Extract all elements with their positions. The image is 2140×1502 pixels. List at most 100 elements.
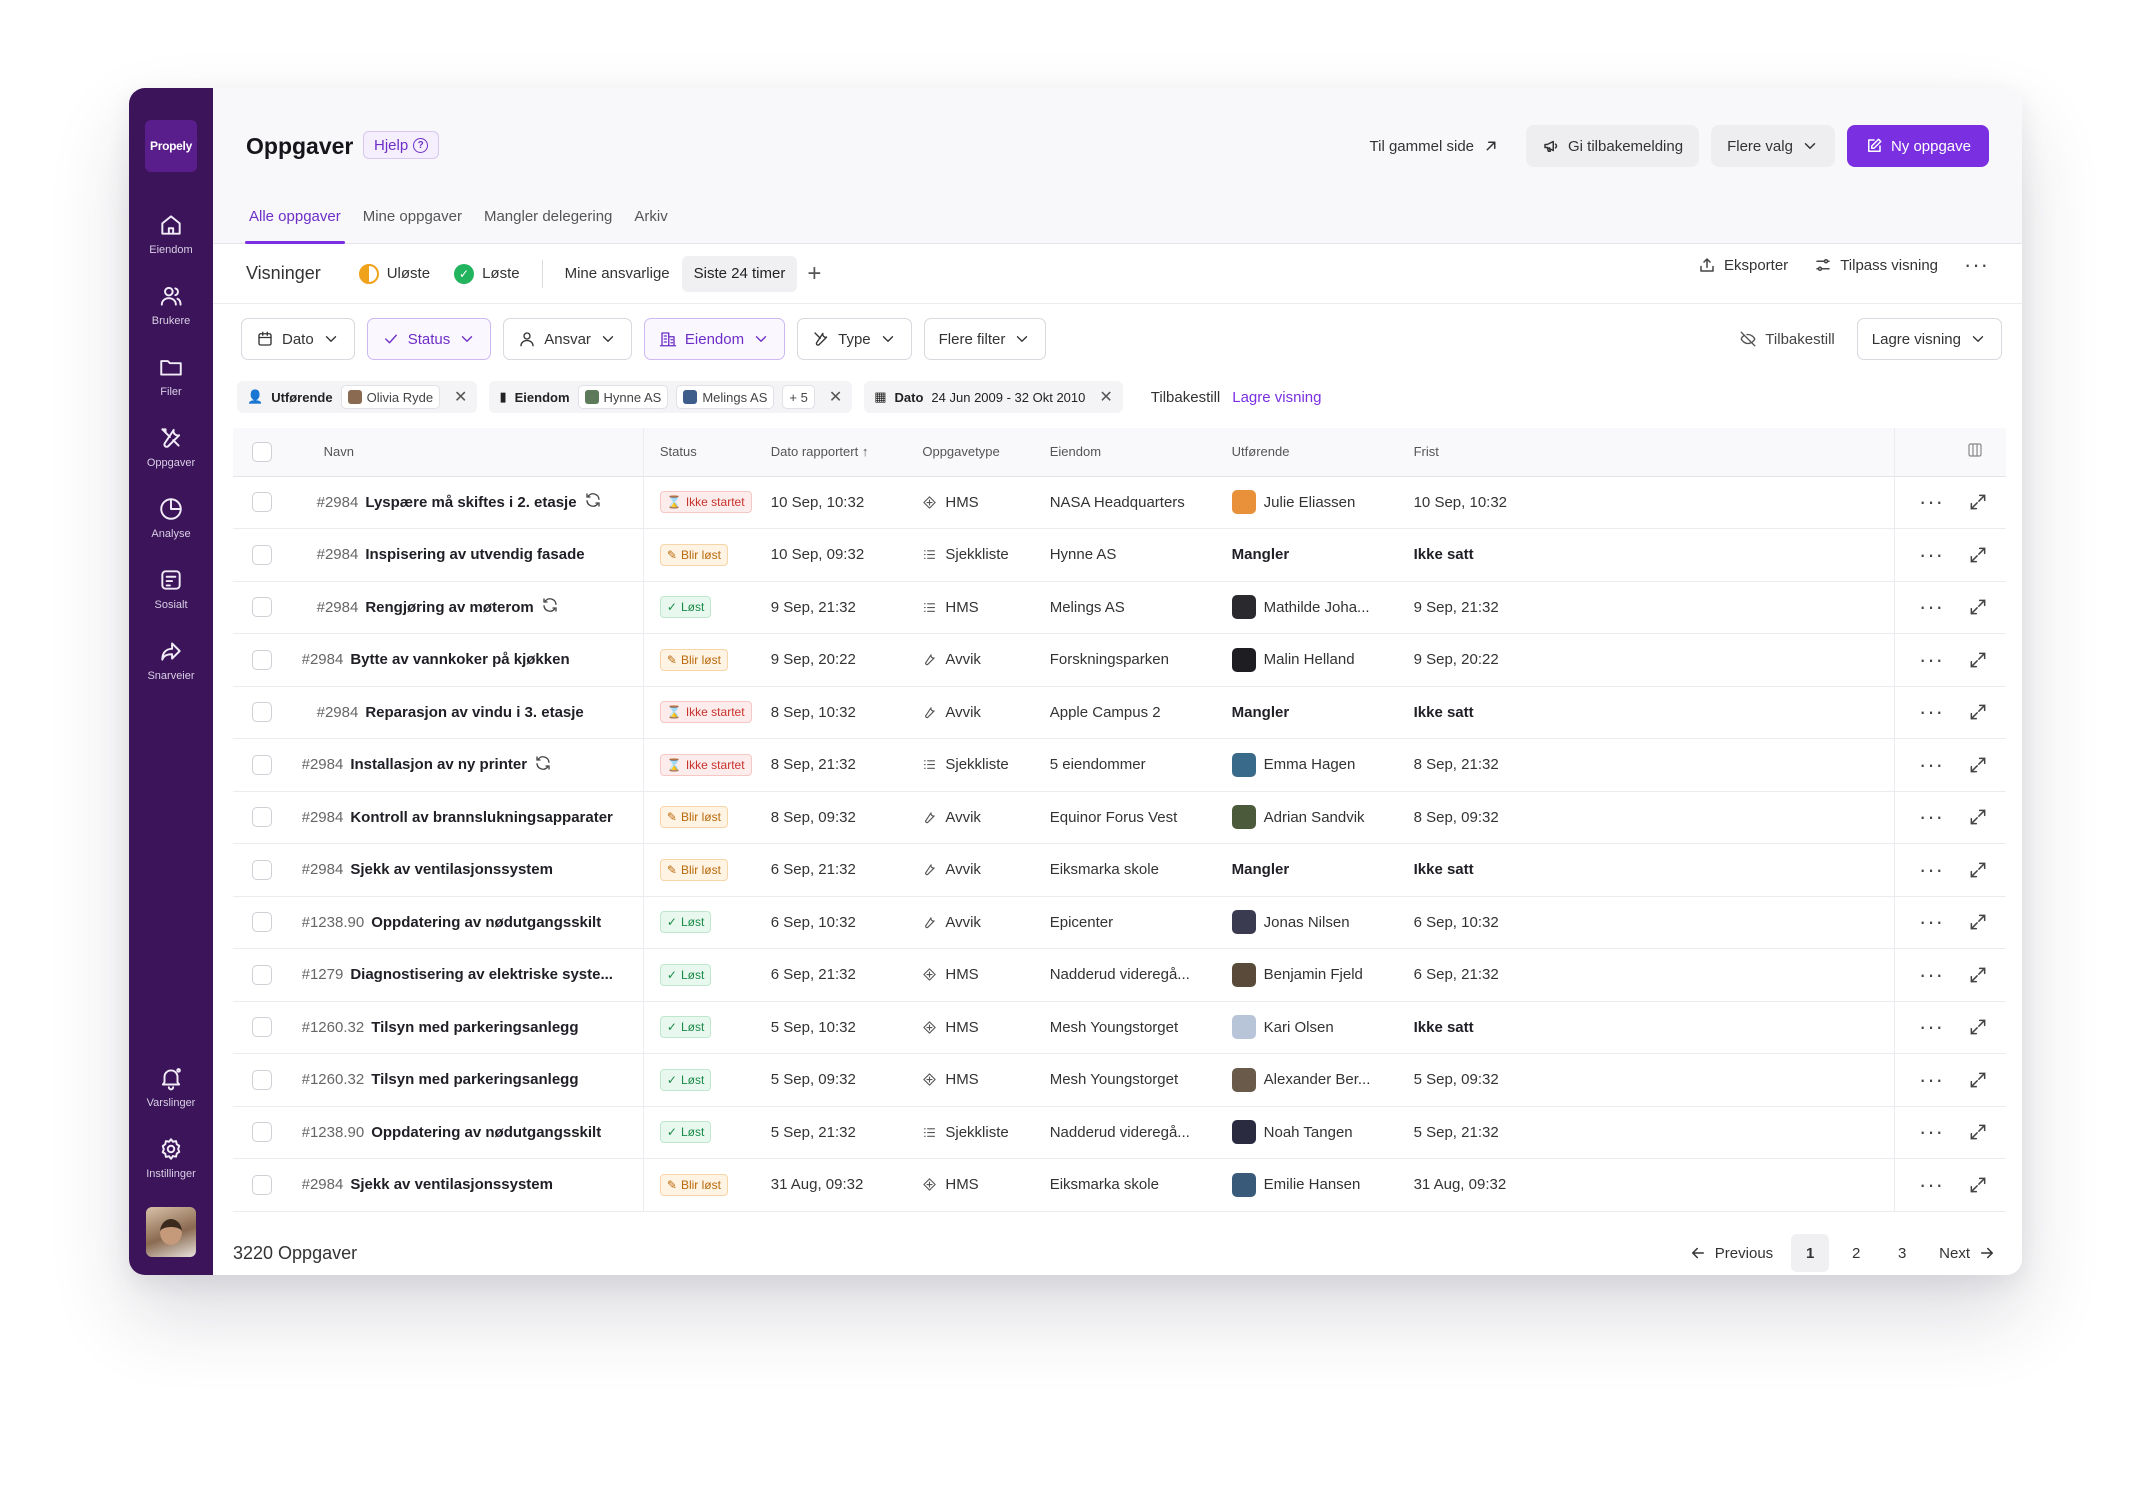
old-page-button[interactable]: Til gammel side xyxy=(1356,125,1514,167)
expand-icon[interactable] xyxy=(1968,650,1988,670)
expand-icon[interactable] xyxy=(1968,1122,1988,1142)
row-select[interactable] xyxy=(233,1106,292,1159)
task-name-cell[interactable]: #2984 Inspisering av utvendig fasade xyxy=(291,528,644,582)
table-row[interactable]: #2984 Inspisering av utvendig fasade ✎ Blir… xyxy=(233,528,2006,582)
reset-active-filters-link[interactable]: Tilbakestill xyxy=(1151,389,1220,406)
header-select-all[interactable] xyxy=(233,428,292,477)
filter-responsibility[interactable]: Ansvar xyxy=(503,318,632,360)
expand-icon[interactable] xyxy=(1968,492,1988,512)
table-row[interactable]: #2984 Bytte av vannkoker på kjøkken ✎ Blir … xyxy=(233,633,2006,687)
customize-view-button[interactable]: Tilpass visning xyxy=(1814,256,1938,274)
checkbox[interactable] xyxy=(252,964,273,985)
checkbox[interactable] xyxy=(252,441,273,462)
expand-icon[interactable] xyxy=(1968,860,1988,880)
table-row[interactable]: #2984 Sjekk av ventilasjonssystem ✎ Blir lø… xyxy=(233,1158,2006,1212)
task-name-cell[interactable]: #1260.32 Tilsyn med parkeringsanlegg xyxy=(291,1001,644,1054)
row-select[interactable] xyxy=(233,1053,292,1107)
row-select[interactable] xyxy=(233,686,292,739)
help-button[interactable]: Hjelp ? xyxy=(363,131,440,159)
active-filter-more[interactable]: + 5 xyxy=(782,385,815,409)
checkbox[interactable] xyxy=(252,912,273,933)
expand-icon[interactable] xyxy=(1968,545,1988,565)
more-horizontal-icon[interactable]: ··· xyxy=(1919,963,1944,985)
more-horizontal-icon[interactable]: ··· xyxy=(1919,1068,1944,1090)
row-select[interactable] xyxy=(233,1158,292,1212)
column-due[interactable]: Frist xyxy=(1413,428,1896,477)
sidebar-item-analyse[interactable]: Analyse xyxy=(129,482,213,553)
more-horizontal-icon[interactable]: ··· xyxy=(1919,543,1944,565)
more-horizontal-icon[interactable]: ··· xyxy=(1919,1173,1944,1195)
expand-icon[interactable] xyxy=(1968,755,1988,775)
task-name-cell[interactable]: #2984 Lyspære må skiftes i 2. etasje xyxy=(291,476,644,529)
columns-toggle[interactable] xyxy=(1894,428,2006,477)
view-mine[interactable]: Mine ansvarlige xyxy=(553,256,682,292)
more-horizontal-icon[interactable]: ··· xyxy=(1919,753,1944,775)
sidebar-item-brukere[interactable]: Brukere xyxy=(129,269,213,340)
previous-page-button[interactable]: Previous xyxy=(1679,1244,1783,1262)
task-name-cell[interactable]: #1260.32 Tilsyn med parkeringsanlegg xyxy=(291,1053,644,1107)
feedback-button[interactable]: Gi tilbakemelding xyxy=(1526,125,1700,167)
more-horizontal-icon[interactable]: ··· xyxy=(1919,911,1944,933)
checkbox[interactable] xyxy=(252,1069,273,1090)
new-task-button[interactable]: Ny oppgave xyxy=(1846,125,1989,167)
table-row[interactable]: #2984 Reparasjon av vindu i 3. etasje ⌛ Ikk… xyxy=(233,686,2006,739)
close-icon[interactable]: ✕ xyxy=(454,387,467,407)
more-horizontal-icon[interactable]: ··· xyxy=(1919,858,1944,880)
save-view-dropdown[interactable]: Lagre visning xyxy=(1856,318,2002,360)
checkbox[interactable] xyxy=(252,702,273,723)
table-row[interactable]: #2984 Rengjøring av møterom ✓ Løst 9 Sep, 21… xyxy=(233,581,2006,634)
add-view-button[interactable]: + xyxy=(807,260,821,288)
sidebar-item-oppgaver[interactable]: Oppgaver xyxy=(129,411,213,482)
checkbox[interactable] xyxy=(252,649,273,670)
row-select[interactable] xyxy=(233,528,292,582)
logo[interactable]: Propely xyxy=(145,120,197,172)
row-select[interactable] xyxy=(233,896,292,949)
page-button-3[interactable]: 3 xyxy=(1883,1234,1921,1272)
table-row[interactable]: #1279 Diagnostisering av elektriske syste… xyxy=(233,948,2006,1002)
column-date-reported[interactable]: Dato rapportert ↑ xyxy=(770,428,923,477)
more-horizontal-icon[interactable]: ··· xyxy=(1919,1016,1944,1038)
checkbox[interactable] xyxy=(252,754,273,775)
task-name-cell[interactable]: #2984 Installasjon av ny printer xyxy=(291,738,644,792)
row-select[interactable] xyxy=(233,843,292,897)
more-horizontal-icon[interactable]: ··· xyxy=(1919,806,1944,828)
task-name-cell[interactable]: #2984 Sjekk av ventilasjonssystem xyxy=(291,843,644,897)
checkbox[interactable] xyxy=(252,492,273,513)
close-icon[interactable]: ✕ xyxy=(829,387,842,407)
task-name-cell[interactable]: #2984 Sjekk av ventilasjonssystem xyxy=(291,1158,644,1212)
save-view-link[interactable]: Lagre visning xyxy=(1232,389,1321,406)
table-row[interactable]: #2984 Sjekk av ventilasjonssystem ✎ Blir lø… xyxy=(233,843,2006,897)
task-name-cell[interactable]: #2984 Rengjøring av møterom xyxy=(291,581,644,634)
table-row[interactable]: #2984 Kontroll av brannslukningsapparater… xyxy=(233,791,2006,844)
column-status[interactable]: Status xyxy=(643,428,771,477)
filter-property[interactable]: Eiendom xyxy=(643,318,786,360)
next-page-button[interactable]: Next xyxy=(1929,1244,2006,1262)
checkbox[interactable] xyxy=(252,1174,273,1195)
row-select[interactable] xyxy=(233,581,292,634)
expand-icon[interactable] xyxy=(1968,597,1988,617)
sidebar-item-snarveier[interactable]: Snarveier xyxy=(129,624,213,695)
tab-alle-oppgaver[interactable]: Alle oppgaver xyxy=(245,190,345,244)
sidebar-item-instillinger[interactable]: Instillinger xyxy=(129,1122,213,1193)
more-horizontal-icon[interactable]: ··· xyxy=(1919,596,1944,618)
close-icon[interactable]: ✕ xyxy=(1099,387,1112,407)
table-row[interactable]: #1238.90 Oppdatering av nødutgangsskilt ✓ L… xyxy=(233,1106,2006,1159)
checkbox[interactable] xyxy=(252,1017,273,1038)
sidebar-item-filer[interactable]: Filer xyxy=(129,340,213,411)
task-name-cell[interactable]: #2984 Reparasjon av vindu i 3. etasje xyxy=(291,686,644,739)
column-property[interactable]: Eiendom xyxy=(1049,428,1232,477)
checkbox[interactable] xyxy=(252,1122,273,1143)
expand-icon[interactable] xyxy=(1968,1070,1988,1090)
task-name-cell[interactable]: #1279 Diagnostisering av elektriske syste… xyxy=(291,948,644,1002)
row-select[interactable] xyxy=(233,633,292,687)
expand-icon[interactable] xyxy=(1968,807,1988,827)
expand-icon[interactable] xyxy=(1968,1175,1988,1195)
more-horizontal-icon[interactable]: ··· xyxy=(1919,1121,1944,1143)
sidebar-item-sosialt[interactable]: Sosialt xyxy=(129,553,213,624)
tab-mine-oppgaver[interactable]: Mine oppgaver xyxy=(363,190,462,242)
table-row[interactable]: #1260.32 Tilsyn med parkeringsanlegg ✓ Løst… xyxy=(233,1001,2006,1054)
filter-date[interactable]: Dato xyxy=(241,318,355,360)
more-horizontal-icon[interactable]: ··· xyxy=(1964,254,1989,276)
table-row[interactable]: #2984 Lyspære må skiftes i 2. etasje ⌛ Ikke… xyxy=(233,476,2006,529)
more-horizontal-icon[interactable]: ··· xyxy=(1919,491,1944,513)
